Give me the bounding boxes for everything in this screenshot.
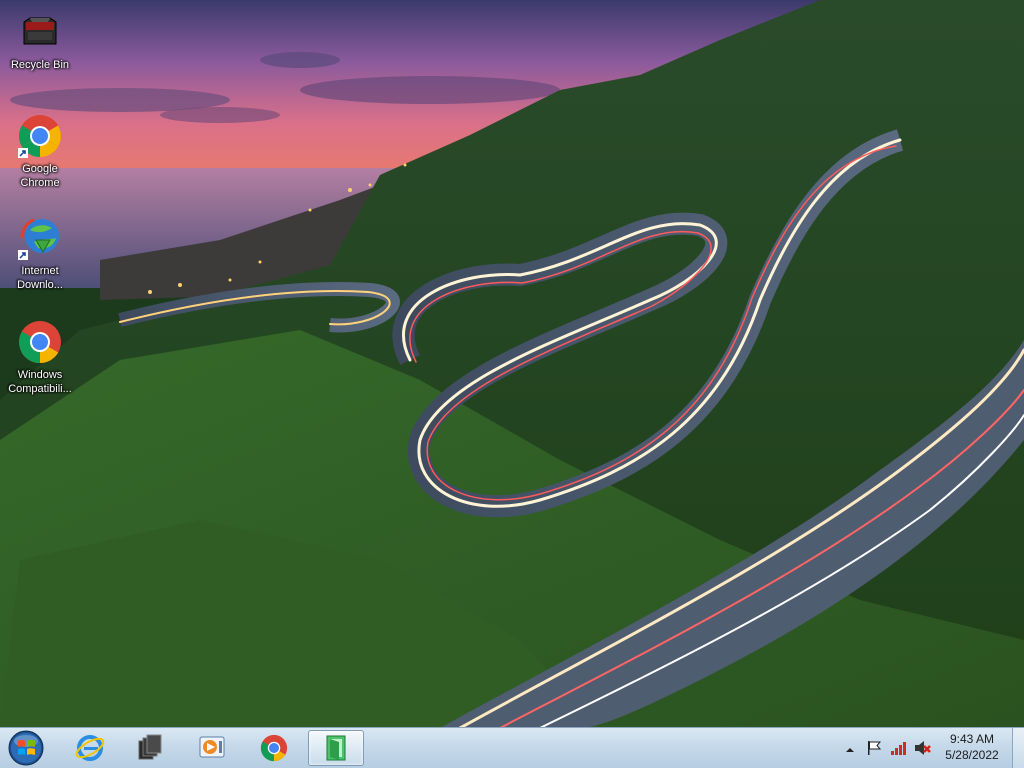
network-status-button[interactable] bbox=[890, 740, 908, 761]
taskbar-google-chrome[interactable] bbox=[246, 730, 302, 766]
desktop-icon-google-chrome[interactable]: Google Chrome bbox=[2, 112, 78, 190]
show-desktop-button[interactable] bbox=[1012, 728, 1024, 768]
shortcut-arrow-icon bbox=[18, 250, 28, 260]
action-center-button[interactable] bbox=[866, 740, 882, 761]
taskbar-clock[interactable]: 9:43 AM 5/28/2022 bbox=[936, 731, 1008, 763]
taskbar-media-player[interactable] bbox=[184, 730, 240, 766]
taskbar-internet-explorer[interactable] bbox=[62, 730, 118, 766]
desktop-icon-internet-download-manager[interactable]: Internet Downlo... bbox=[2, 214, 78, 292]
file-explorer-window-icon bbox=[326, 735, 346, 761]
taskbar-file-explorer-window[interactable] bbox=[308, 730, 364, 766]
desktop-icon-label: Recycle Bin bbox=[10, 59, 70, 71]
chrome-icon bbox=[16, 318, 64, 366]
start-button[interactable] bbox=[4, 729, 48, 767]
desktop-icon-recycle-bin[interactable]: Recycle Bin bbox=[2, 8, 78, 72]
chrome-icon bbox=[260, 734, 288, 762]
taskbar: 9:43 AM 5/28/2022 bbox=[0, 727, 1024, 768]
chrome-icon bbox=[16, 112, 64, 160]
chevron-up-icon bbox=[846, 748, 854, 752]
desktop-icon-label: Windows Compatibili... bbox=[8, 369, 72, 395]
windows-start-orb-icon bbox=[8, 730, 44, 766]
show-hidden-icons-button[interactable] bbox=[845, 742, 855, 760]
desktop-icon-label: Google Chrome bbox=[20, 163, 60, 189]
desktop-icon-label: Internet Downlo... bbox=[17, 265, 63, 291]
volume-button[interactable] bbox=[914, 740, 932, 761]
volume-muted-icon bbox=[915, 741, 931, 755]
window-switcher-icon bbox=[138, 734, 162, 760]
shortcut-arrow-icon bbox=[18, 148, 28, 158]
action-center-flag-icon bbox=[868, 741, 882, 755]
taskbar-window-switcher[interactable] bbox=[122, 730, 178, 766]
internet-download-manager-icon bbox=[16, 214, 64, 262]
network-disconnected-icon bbox=[891, 742, 906, 755]
wallpaper bbox=[0, 0, 1024, 728]
media-player-icon bbox=[199, 736, 225, 758]
desktop[interactable]: Recycle Bin Google Chrome Internet Downl… bbox=[0, 0, 1024, 768]
desktop-icon-windows-compatibility[interactable]: Windows Compatibili... bbox=[2, 318, 78, 396]
internet-explorer-icon bbox=[75, 735, 105, 761]
recycle-bin-icon bbox=[16, 8, 64, 56]
clock-time: 9:43 AM bbox=[949, 732, 995, 746]
clock-date: 5/28/2022 bbox=[945, 748, 999, 762]
